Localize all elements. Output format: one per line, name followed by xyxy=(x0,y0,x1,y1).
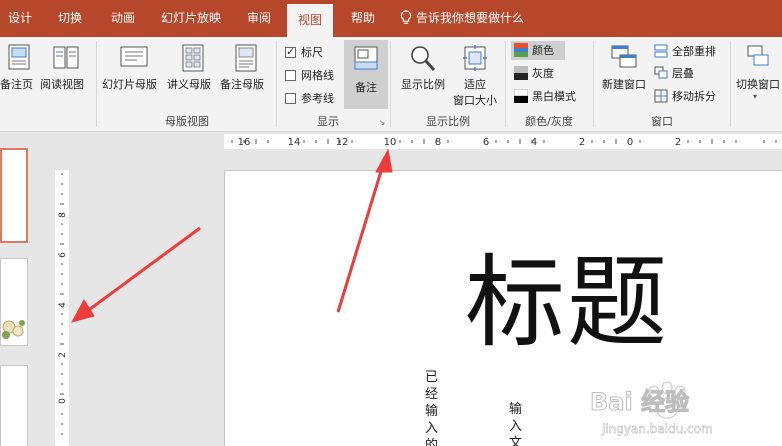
watermark-brand: Bai 经验 xyxy=(589,388,690,417)
arrow-head-up xyxy=(375,148,393,173)
baidu-watermark: Bai 经验 jingyan.baidu.com xyxy=(588,378,768,444)
arrow-to-horizontal-ruler xyxy=(336,167,384,313)
arrow-head-left xyxy=(70,299,95,323)
powerpoint-window: 设计 切换 动画 幻灯片放映 审阅 视图 帮助 告诉我你想要做什么 备注页 阅读… xyxy=(0,0,782,446)
arrow-to-vertical-ruler xyxy=(85,226,201,314)
watermark-url: jingyan.baidu.com xyxy=(602,422,713,436)
